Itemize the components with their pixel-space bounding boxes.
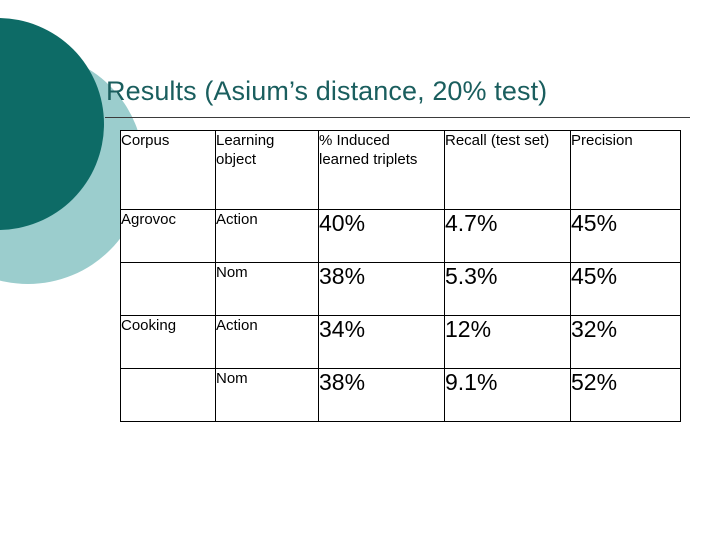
cell-precision: 45% bbox=[570, 262, 681, 316]
cell-recall: 12% bbox=[444, 315, 571, 369]
dark-teal-circle bbox=[0, 18, 104, 230]
table-row: Nom 38% 9.1% 52% bbox=[120, 368, 681, 422]
cell-recall: 4.7% bbox=[444, 209, 571, 263]
table-row: Cooking Action 34% 12% 32% bbox=[120, 315, 681, 369]
column-header-corpus: Corpus bbox=[120, 130, 216, 210]
column-header-precision: Precision bbox=[570, 130, 681, 210]
cell-precision: 45% bbox=[570, 209, 681, 263]
cell-induced-triplets: 34% bbox=[318, 315, 445, 369]
cell-induced-triplets: 40% bbox=[318, 209, 445, 263]
cell-induced-triplets: 38% bbox=[318, 368, 445, 422]
cell-corpus bbox=[120, 262, 216, 316]
table-row: Agrovoc Action 40% 4.7% 45% bbox=[120, 209, 681, 263]
cell-corpus: Cooking bbox=[120, 315, 216, 369]
column-header-induced-triplets: % Induced learned triplets bbox=[318, 130, 445, 210]
cell-recall: 9.1% bbox=[444, 368, 571, 422]
cell-precision: 52% bbox=[570, 368, 681, 422]
cell-learning-object: Nom bbox=[215, 368, 319, 422]
cell-precision: 32% bbox=[570, 315, 681, 369]
cell-learning-object: Action bbox=[215, 315, 319, 369]
cell-corpus bbox=[120, 368, 216, 422]
title-divider bbox=[105, 117, 690, 118]
column-header-learning-object: Learning object bbox=[215, 130, 319, 210]
table-header-row: Corpus Learning object % Induced learned… bbox=[120, 130, 681, 210]
table-row: Nom 38% 5.3% 45% bbox=[120, 262, 681, 316]
cell-recall: 5.3% bbox=[444, 262, 571, 316]
cell-learning-object: Action bbox=[215, 209, 319, 263]
cell-learning-object: Nom bbox=[215, 262, 319, 316]
results-table: Corpus Learning object % Induced learned… bbox=[120, 130, 681, 422]
cell-corpus: Agrovoc bbox=[120, 209, 216, 263]
cell-induced-triplets: 38% bbox=[318, 262, 445, 316]
page-title: Results (Asium’s distance, 20% test) bbox=[106, 76, 548, 106]
column-header-recall: Recall (test set) bbox=[444, 130, 571, 210]
